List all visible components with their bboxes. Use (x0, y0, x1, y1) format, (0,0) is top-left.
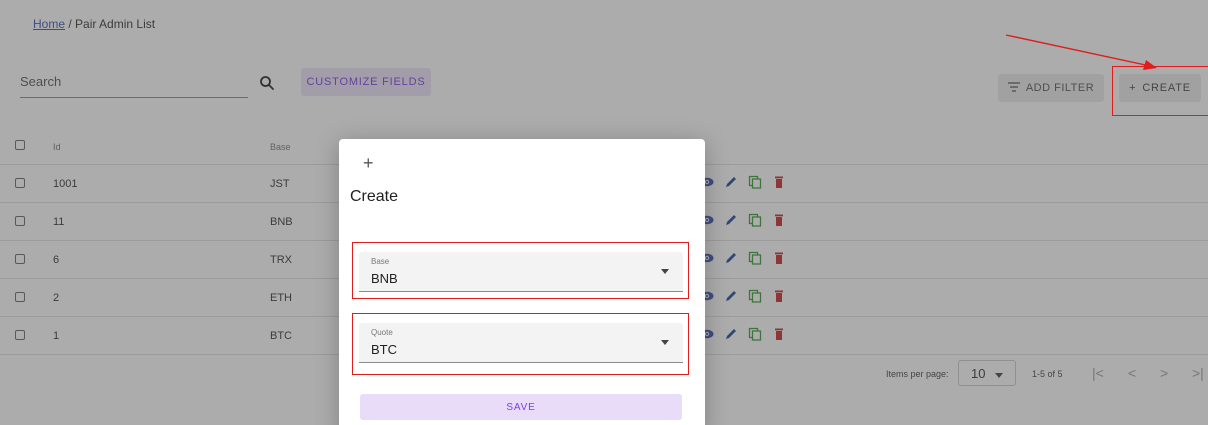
annotation-arrow (1005, 34, 1157, 70)
